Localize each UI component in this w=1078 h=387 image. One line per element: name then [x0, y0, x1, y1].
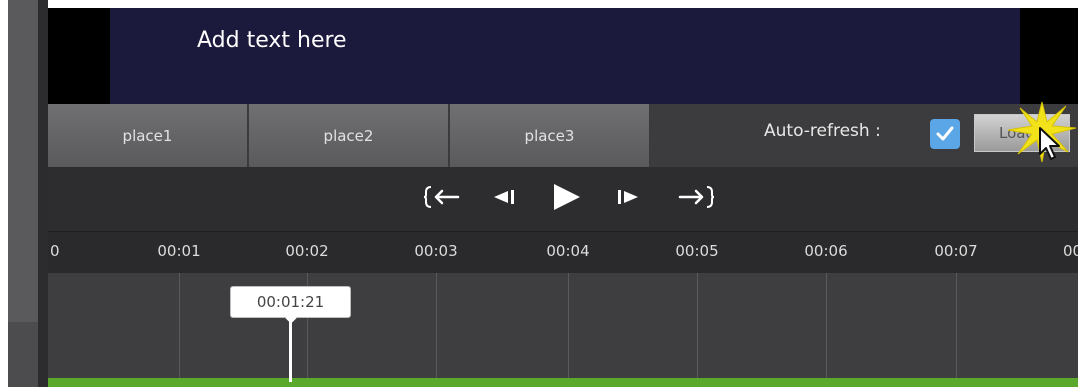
timeline-progress-bar — [48, 378, 1078, 387]
grid-line — [826, 273, 827, 378]
play-icon — [554, 184, 580, 210]
side-panel — [8, 0, 38, 387]
go-to-end-icon — [678, 186, 715, 208]
auto-refresh-label: Auto-refresh : — [764, 121, 881, 141]
grid-line — [179, 273, 180, 378]
grid-line — [956, 273, 957, 378]
preview-text[interactable]: Add text here — [197, 28, 347, 53]
checkmark-icon — [936, 126, 954, 141]
step-back-icon — [494, 190, 514, 204]
ruler-label: 00:05 — [675, 242, 719, 260]
tab-place1[interactable]: place1 — [48, 104, 248, 167]
top-border — [0, 0, 1078, 8]
auto-refresh-checkbox[interactable] — [930, 119, 960, 149]
side-panel-lower — [8, 322, 38, 387]
ruler-label: 0 — [50, 242, 60, 260]
left-border — [0, 0, 8, 387]
playhead[interactable] — [289, 318, 292, 382]
grid-line — [568, 273, 569, 378]
ruler-label: 00:01 — [157, 242, 201, 260]
side-divider — [38, 0, 48, 387]
ruler-label: 00:03 — [414, 242, 458, 260]
ruler-label: 00 — [1063, 242, 1078, 260]
play-button[interactable] — [546, 180, 586, 214]
editor-window: Add text here place1 place2 place3 Auto-… — [0, 0, 1078, 387]
step-forward-icon — [618, 190, 638, 204]
ruler-label: 00:07 — [934, 242, 978, 260]
ruler-label: 00:04 — [546, 242, 590, 260]
ruler-label: 00:02 — [285, 242, 329, 260]
mouse-cursor-icon — [1039, 127, 1060, 160]
preview-canvas[interactable] — [110, 8, 1020, 104]
timeline-track[interactable] — [48, 273, 1078, 378]
go-to-end-button[interactable] — [674, 180, 718, 214]
step-forward-button[interactable] — [610, 180, 646, 214]
grid-line — [697, 273, 698, 378]
go-to-start-icon — [423, 186, 460, 208]
ruler-label: 00:06 — [804, 242, 848, 260]
tab-place3[interactable]: place3 — [450, 104, 650, 167]
timecode-value: 00:01:21 — [256, 293, 325, 311]
grid-line — [436, 273, 437, 378]
step-back-button[interactable] — [486, 180, 522, 214]
playhead-timecode[interactable]: 00:01:21 — [230, 286, 351, 324]
tab-place2[interactable]: place2 — [249, 104, 449, 167]
go-to-start-button[interactable] — [420, 180, 464, 214]
